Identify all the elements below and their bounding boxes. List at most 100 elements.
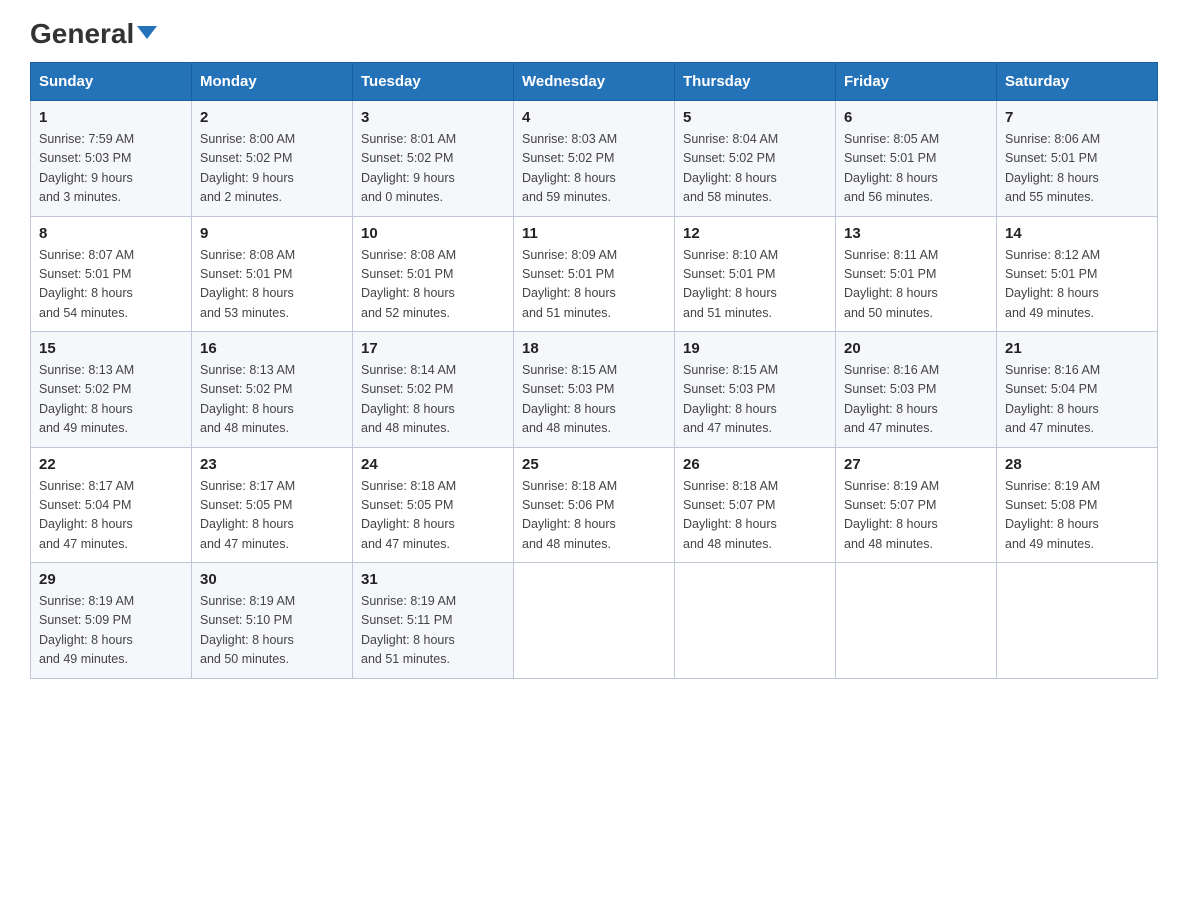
- calendar-cell: 19 Sunrise: 8:15 AMSunset: 5:03 PMDayligh…: [675, 332, 836, 448]
- calendar-cell: 12 Sunrise: 8:10 AMSunset: 5:01 PMDayligh…: [675, 216, 836, 332]
- day-number: 25: [522, 456, 666, 473]
- calendar-table: SundayMondayTuesdayWednesdayThursdayFrid…: [30, 62, 1158, 679]
- day-number: 16: [200, 340, 344, 357]
- col-header-monday: Monday: [192, 63, 353, 101]
- calendar-week-row: 8 Sunrise: 8:07 AMSunset: 5:01 PMDaylight…: [31, 216, 1158, 332]
- day-number: 6: [844, 109, 988, 126]
- calendar-cell: 11Sunrise: 8:09 AMSunset: 5:01 PMDayligh…: [514, 216, 675, 332]
- day-number: 29: [39, 571, 183, 588]
- day-number: 8: [39, 225, 183, 242]
- calendar-cell: 20 Sunrise: 8:16 AMSunset: 5:03 PMDayligh…: [836, 332, 997, 448]
- calendar-cell: 31 Sunrise: 8:19 AMSunset: 5:11 PMDayligh…: [353, 563, 514, 679]
- day-number: 15: [39, 340, 183, 357]
- day-number: 23: [200, 456, 344, 473]
- col-header-thursday: Thursday: [675, 63, 836, 101]
- day-number: 27: [844, 456, 988, 473]
- day-number: 3: [361, 109, 505, 126]
- calendar-cell: 17 Sunrise: 8:14 AMSunset: 5:02 PMDayligh…: [353, 332, 514, 448]
- day-number: 12: [683, 225, 827, 242]
- calendar-cell: 23 Sunrise: 8:17 AMSunset: 5:05 PMDayligh…: [192, 447, 353, 563]
- day-number: 4: [522, 109, 666, 126]
- page-header: General: [30, 20, 1158, 46]
- calendar-cell: 7Sunrise: 8:06 AMSunset: 5:01 PMDaylight…: [997, 101, 1158, 217]
- day-info: Sunrise: 8:13 AMSunset: 5:02 PMDaylight:…: [200, 361, 344, 439]
- day-info: Sunrise: 8:03 AMSunset: 5:02 PMDaylight:…: [522, 130, 666, 208]
- calendar-week-row: 1 Sunrise: 7:59 AMSunset: 5:03 PMDaylight…: [31, 101, 1158, 217]
- day-number: 20: [844, 340, 988, 357]
- day-number: 18: [522, 340, 666, 357]
- col-header-friday: Friday: [836, 63, 997, 101]
- calendar-cell: 29Sunrise: 8:19 AMSunset: 5:09 PMDayligh…: [31, 563, 192, 679]
- calendar-week-row: 29Sunrise: 8:19 AMSunset: 5:09 PMDayligh…: [31, 563, 1158, 679]
- day-info: Sunrise: 7:59 AMSunset: 5:03 PMDaylight:…: [39, 130, 183, 208]
- day-info: Sunrise: 8:18 AMSunset: 5:06 PMDaylight:…: [522, 477, 666, 555]
- day-number: 10: [361, 225, 505, 242]
- calendar-cell: 6 Sunrise: 8:05 AMSunset: 5:01 PMDaylight…: [836, 101, 997, 217]
- calendar-cell: 16 Sunrise: 8:13 AMSunset: 5:02 PMDayligh…: [192, 332, 353, 448]
- calendar-header-row: SundayMondayTuesdayWednesdayThursdayFrid…: [31, 63, 1158, 101]
- logo: General: [30, 20, 157, 46]
- day-info: Sunrise: 8:16 AMSunset: 5:04 PMDaylight:…: [1005, 361, 1149, 439]
- calendar-cell: 18 Sunrise: 8:15 AMSunset: 5:03 PMDayligh…: [514, 332, 675, 448]
- day-info: Sunrise: 8:13 AMSunset: 5:02 PMDaylight:…: [39, 361, 183, 439]
- day-info: Sunrise: 8:07 AMSunset: 5:01 PMDaylight:…: [39, 246, 183, 324]
- calendar-cell: 30 Sunrise: 8:19 AMSunset: 5:10 PMDayligh…: [192, 563, 353, 679]
- calendar-cell: [836, 563, 997, 679]
- calendar-cell: 24Sunrise: 8:18 AMSunset: 5:05 PMDayligh…: [353, 447, 514, 563]
- col-header-sunday: Sunday: [31, 63, 192, 101]
- day-info: Sunrise: 8:09 AMSunset: 5:01 PMDaylight:…: [522, 246, 666, 324]
- calendar-cell: 4 Sunrise: 8:03 AMSunset: 5:02 PMDaylight…: [514, 101, 675, 217]
- day-info: Sunrise: 8:14 AMSunset: 5:02 PMDaylight:…: [361, 361, 505, 439]
- calendar-cell: 21Sunrise: 8:16 AMSunset: 5:04 PMDayligh…: [997, 332, 1158, 448]
- day-number: 13: [844, 225, 988, 242]
- day-number: 5: [683, 109, 827, 126]
- day-number: 2: [200, 109, 344, 126]
- calendar-cell: 2 Sunrise: 8:00 AMSunset: 5:02 PMDaylight…: [192, 101, 353, 217]
- calendar-cell: [514, 563, 675, 679]
- day-info: Sunrise: 8:19 AMSunset: 5:10 PMDaylight:…: [200, 592, 344, 670]
- calendar-cell: 15 Sunrise: 8:13 AMSunset: 5:02 PMDayligh…: [31, 332, 192, 448]
- day-info: Sunrise: 8:10 AMSunset: 5:01 PMDaylight:…: [683, 246, 827, 324]
- calendar-cell: 27 Sunrise: 8:19 AMSunset: 5:07 PMDayligh…: [836, 447, 997, 563]
- day-number: 19: [683, 340, 827, 357]
- day-number: 28: [1005, 456, 1149, 473]
- day-info: Sunrise: 8:17 AMSunset: 5:05 PMDaylight:…: [200, 477, 344, 555]
- calendar-cell: 25 Sunrise: 8:18 AMSunset: 5:06 PMDayligh…: [514, 447, 675, 563]
- day-info: Sunrise: 8:16 AMSunset: 5:03 PMDaylight:…: [844, 361, 988, 439]
- col-header-saturday: Saturday: [997, 63, 1158, 101]
- day-info: Sunrise: 8:00 AMSunset: 5:02 PMDaylight:…: [200, 130, 344, 208]
- day-info: Sunrise: 8:15 AMSunset: 5:03 PMDaylight:…: [683, 361, 827, 439]
- day-info: Sunrise: 8:19 AMSunset: 5:07 PMDaylight:…: [844, 477, 988, 555]
- day-number: 9: [200, 225, 344, 242]
- day-info: Sunrise: 8:01 AMSunset: 5:02 PMDaylight:…: [361, 130, 505, 208]
- day-info: Sunrise: 8:15 AMSunset: 5:03 PMDaylight:…: [522, 361, 666, 439]
- day-info: Sunrise: 8:08 AMSunset: 5:01 PMDaylight:…: [361, 246, 505, 324]
- day-number: 1: [39, 109, 183, 126]
- day-number: 14: [1005, 225, 1149, 242]
- day-number: 31: [361, 571, 505, 588]
- calendar-cell: [675, 563, 836, 679]
- day-number: 30: [200, 571, 344, 588]
- day-info: Sunrise: 8:12 AMSunset: 5:01 PMDaylight:…: [1005, 246, 1149, 324]
- calendar-cell: [997, 563, 1158, 679]
- calendar-cell: 8 Sunrise: 8:07 AMSunset: 5:01 PMDaylight…: [31, 216, 192, 332]
- day-info: Sunrise: 8:19 AMSunset: 5:11 PMDaylight:…: [361, 592, 505, 670]
- calendar-cell: 26 Sunrise: 8:18 AMSunset: 5:07 PMDayligh…: [675, 447, 836, 563]
- calendar-week-row: 15 Sunrise: 8:13 AMSunset: 5:02 PMDayligh…: [31, 332, 1158, 448]
- day-info: Sunrise: 8:17 AMSunset: 5:04 PMDaylight:…: [39, 477, 183, 555]
- day-info: Sunrise: 8:08 AMSunset: 5:01 PMDaylight:…: [200, 246, 344, 324]
- day-number: 22: [39, 456, 183, 473]
- day-info: Sunrise: 8:06 AMSunset: 5:01 PMDaylight:…: [1005, 130, 1149, 208]
- day-info: Sunrise: 8:04 AMSunset: 5:02 PMDaylight:…: [683, 130, 827, 208]
- day-number: 17: [361, 340, 505, 357]
- col-header-wednesday: Wednesday: [514, 63, 675, 101]
- calendar-week-row: 22 Sunrise: 8:17 AMSunset: 5:04 PMDayligh…: [31, 447, 1158, 563]
- day-info: Sunrise: 8:11 AMSunset: 5:01 PMDaylight:…: [844, 246, 988, 324]
- day-number: 26: [683, 456, 827, 473]
- day-info: Sunrise: 8:18 AMSunset: 5:07 PMDaylight:…: [683, 477, 827, 555]
- calendar-cell: 13 Sunrise: 8:11 AMSunset: 5:01 PMDayligh…: [836, 216, 997, 332]
- day-info: Sunrise: 8:05 AMSunset: 5:01 PMDaylight:…: [844, 130, 988, 208]
- logo-general: General: [30, 20, 157, 48]
- calendar-cell: 10 Sunrise: 8:08 AMSunset: 5:01 PMDayligh…: [353, 216, 514, 332]
- day-info: Sunrise: 8:18 AMSunset: 5:05 PMDaylight:…: [361, 477, 505, 555]
